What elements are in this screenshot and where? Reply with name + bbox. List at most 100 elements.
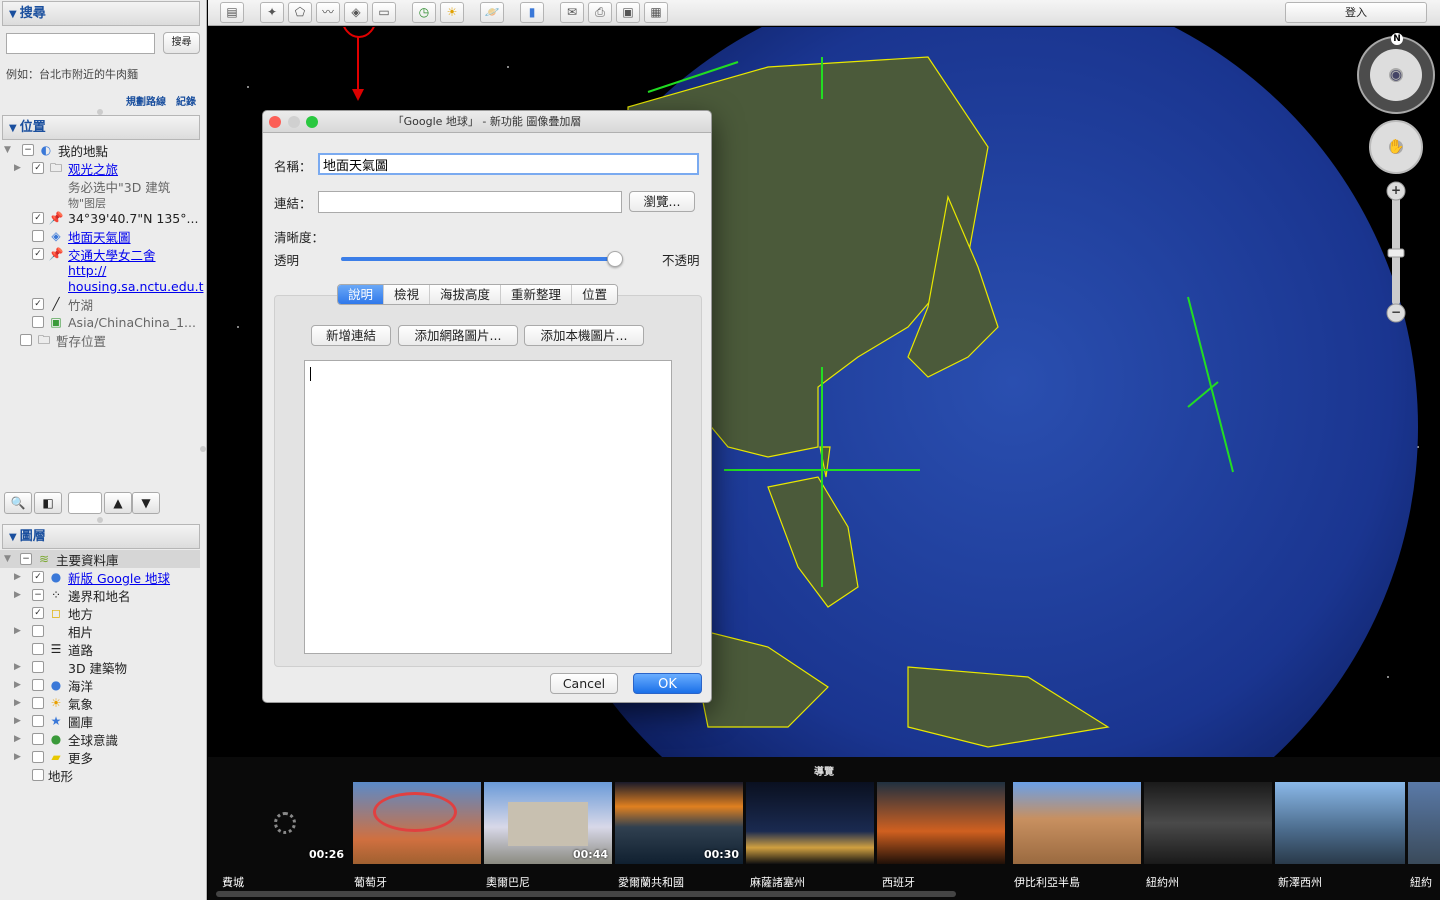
link-field[interactable]	[318, 191, 622, 213]
checkbox[interactable]	[20, 334, 32, 346]
tree-label[interactable]: 观光之旅	[68, 159, 118, 178]
record-tour-button[interactable]: ▭	[372, 2, 396, 23]
checkbox[interactable]	[32, 715, 44, 727]
checkbox[interactable]	[32, 733, 44, 745]
places-panel-header[interactable]: ▼ 位置	[2, 115, 200, 140]
list-item[interactable]: ▶ 3D 建築物	[14, 658, 127, 676]
close-window-icon[interactable]	[269, 116, 281, 128]
description-textarea[interactable]	[304, 360, 672, 654]
list-item[interactable]: housing.sa.nctu.edu.t	[68, 277, 203, 295]
search-input[interactable]	[6, 33, 155, 54]
tour-label[interactable]: 費城	[222, 874, 244, 890]
toggle-sidebar-button[interactable]: ▤	[220, 2, 244, 23]
zoom-window-icon[interactable]	[306, 116, 318, 128]
list-item[interactable]: ▼ − ◐ 我的地點	[4, 141, 108, 159]
add-image-overlay-button[interactable]: ◈	[344, 2, 368, 23]
checkbox[interactable]	[32, 230, 44, 242]
move-up-button[interactable]: ▲	[104, 492, 132, 514]
add-link-button[interactable]: 新增連結	[311, 325, 391, 346]
historical-imagery-button[interactable]: ◷	[412, 2, 436, 23]
search-panel-header[interactable]: ▼ 搜尋	[2, 1, 200, 26]
tour-label[interactable]: 紐約州	[1146, 874, 1179, 890]
tour-thumbnail[interactable]	[1144, 782, 1272, 864]
ruler-button[interactable]: ▮	[520, 2, 544, 23]
view-in-maps-button[interactable]: ▦	[644, 2, 668, 23]
list-item[interactable]: 地形	[32, 766, 73, 784]
tree-link[interactable]: http://	[68, 263, 106, 278]
tour-label[interactable]: 伊比利亞半島	[1014, 874, 1080, 890]
checkbox[interactable]: −	[20, 553, 32, 565]
move-down-button[interactable]: ▼	[132, 492, 160, 514]
checkbox[interactable]: ✓	[32, 162, 44, 174]
checkbox[interactable]	[32, 679, 44, 691]
list-item[interactable]: ▶ ● 全球意識	[14, 730, 118, 748]
tour-thumbnail[interactable]	[1013, 782, 1141, 864]
list-item[interactable]: ▶ ★ 圖庫	[14, 712, 93, 730]
tour-label[interactable]: 新澤西州	[1278, 874, 1322, 890]
checkbox[interactable]	[32, 769, 44, 781]
list-item[interactable]: ▶ ✓ ● 新版 Google 地球	[14, 568, 170, 586]
tree-label[interactable]: 地面天氣圖	[68, 227, 131, 246]
zoom-out-button[interactable]: −	[1390, 305, 1402, 319]
tree-link[interactable]: housing.sa.nctu.edu.t	[68, 279, 203, 294]
splitter-grip[interactable]	[97, 517, 103, 523]
ok-button[interactable]: OK	[633, 673, 702, 694]
list-item[interactable]: ☰ 道路	[14, 640, 93, 658]
expand-triangle-icon[interactable]: ▶	[14, 572, 24, 582]
places-filter-field[interactable]	[68, 492, 102, 514]
tree-label[interactable]: 新版 Google 地球	[68, 568, 170, 587]
expand-triangle-icon[interactable]: ▼	[4, 554, 14, 564]
add-path-button[interactable]: 〰	[316, 2, 340, 23]
list-item[interactable]: ✓ ◻ 地方	[14, 604, 93, 622]
list-item[interactable]: ✓ ╱ 竹湖	[32, 295, 93, 313]
expand-triangle-icon[interactable]: ▶	[14, 590, 24, 600]
list-item[interactable]: ▼ − ≋ 主要資料庫	[0, 550, 200, 568]
tour-thumbnail[interactable]	[1408, 782, 1440, 864]
tab-location[interactable]: 位置	[572, 285, 618, 304]
tour-label[interactable]: 奧爾巴尼	[486, 874, 530, 890]
planets-button[interactable]: 🪐	[480, 2, 504, 23]
history-link[interactable]: 紀錄	[176, 93, 196, 108]
route-link[interactable]: 規劃路線	[126, 93, 166, 108]
tour-thumbnail[interactable]	[353, 782, 481, 864]
checkbox[interactable]: −	[32, 589, 44, 601]
email-button[interactable]: ✉	[560, 2, 584, 23]
list-item[interactable]: ▶ − ⁘ 邊界和地名	[14, 586, 131, 604]
tour-thumbnail[interactable]	[1275, 782, 1405, 864]
layers-panel-header[interactable]: ▼ 圖層	[2, 524, 200, 549]
list-item[interactable]: ▶ ● 海洋	[14, 676, 93, 694]
checkbox[interactable]: ✓	[32, 571, 44, 583]
tour-thumbnail[interactable]	[746, 782, 874, 864]
opacity-slider-knob[interactable]	[607, 251, 623, 267]
dialog-title-bar[interactable]: 「Google 地球」 - 新功能 圖像疊加層	[263, 111, 711, 133]
checkbox[interactable]	[32, 316, 44, 328]
tour-thumbnail[interactable]: 00:30	[615, 782, 743, 864]
checkbox[interactable]: ✓	[32, 607, 44, 619]
north-indicator[interactable]: N	[1391, 33, 1403, 45]
cancel-button[interactable]: Cancel	[550, 673, 618, 694]
expand-triangle-icon[interactable]: ▼	[4, 145, 14, 155]
expand-triangle-icon[interactable]: ▶	[14, 698, 24, 708]
tour-scrollbar[interactable]	[216, 891, 956, 897]
tour-label[interactable]: 愛爾蘭共和國	[618, 874, 684, 890]
tab-description[interactable]: 說明	[338, 285, 385, 304]
list-item[interactable]: 🗀 暫存位置	[20, 331, 106, 349]
checkbox[interactable]	[32, 751, 44, 763]
list-item[interactable]: ▣ Asia/ChinaChina_1...	[32, 313, 196, 331]
minimize-window-icon[interactable]	[288, 116, 300, 128]
add-polygon-button[interactable]: ⬠	[288, 2, 312, 23]
sign-in-button[interactable]: 登入	[1285, 2, 1427, 23]
tab-refresh[interactable]: 重新整理	[501, 285, 573, 304]
zoom-in-button[interactable]: +	[1390, 183, 1402, 197]
expand-triangle-icon[interactable]: ▶	[14, 662, 24, 672]
tour-thumbnail[interactable]: 00:44	[484, 782, 612, 864]
tab-view[interactable]: 檢視	[384, 285, 431, 304]
list-item[interactable]: ▶ 相片	[14, 622, 93, 640]
opacity-slider-track[interactable]	[341, 257, 617, 261]
checkbox[interactable]: ✓	[32, 298, 44, 310]
tour-thumbnail[interactable]: 00:26	[268, 782, 348, 864]
expand-triangle-icon[interactable]: ▶	[14, 752, 24, 762]
list-item[interactable]: ▶ ✓ 🗀 观光之旅	[14, 159, 118, 177]
checkbox[interactable]	[32, 697, 44, 709]
tour-label[interactable]: 葡萄牙	[354, 874, 387, 890]
